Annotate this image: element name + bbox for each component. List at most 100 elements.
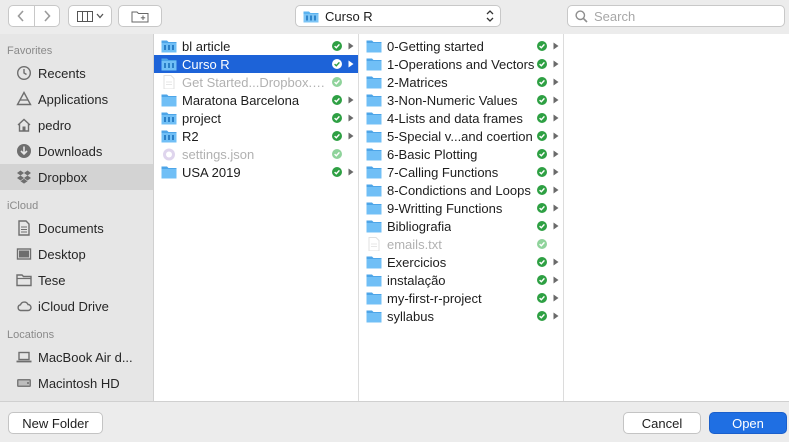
folder-row[interactable]: USA 2019 xyxy=(154,163,358,181)
sidebar-item-macintosh-hd[interactable]: Macintosh HD xyxy=(0,370,153,396)
folder-row[interactable]: 7-Calling Functions xyxy=(359,163,563,181)
sync-check-icon xyxy=(537,257,547,267)
project-folder-icon xyxy=(161,57,177,71)
sync-check-icon xyxy=(537,185,547,195)
folder-outline-icon xyxy=(16,272,32,288)
sidebar-item-label: Tese xyxy=(38,272,66,288)
project-folder-icon xyxy=(161,129,177,143)
view-mode-button[interactable] xyxy=(68,5,112,27)
open-button[interactable]: Open xyxy=(709,412,787,434)
updown-chevron-icon xyxy=(486,10,494,22)
folder-icon xyxy=(161,165,177,179)
folder-row[interactable]: 1-Operations and Vectors xyxy=(359,55,563,73)
sync-check-icon xyxy=(537,293,547,303)
sidebar-item-tese[interactable]: Tese xyxy=(0,267,153,293)
sync-check-icon xyxy=(537,275,547,285)
item-label: project xyxy=(182,110,222,126)
search-field[interactable] xyxy=(567,5,785,27)
disclosure-arrow-icon xyxy=(553,294,559,302)
item-label: 8-Condictions and Loops xyxy=(387,182,531,198)
location-popup[interactable]: Curso R xyxy=(295,5,501,27)
folder-row[interactable]: 4-Lists and data frames xyxy=(359,109,563,127)
folder-row[interactable]: Exercicios xyxy=(359,253,563,271)
sidebar-item-applications[interactable]: Applications xyxy=(0,86,153,112)
folder-row[interactable]: project xyxy=(154,109,358,127)
sync-check-icon xyxy=(332,131,342,141)
applications-icon xyxy=(16,91,32,107)
new-folder-icon xyxy=(131,11,149,22)
disclosure-arrow-icon xyxy=(553,222,559,230)
item-label: syllabus xyxy=(387,308,434,324)
folder-row[interactable]: 0-Getting started xyxy=(359,37,563,55)
sidebar-item-label: iCloud Drive xyxy=(38,298,109,314)
cancel-button[interactable]: Cancel xyxy=(623,412,701,434)
chevron-right-icon xyxy=(44,10,51,22)
disclosure-arrow-icon xyxy=(348,132,354,140)
sidebar-item-dropbox[interactable]: Dropbox xyxy=(0,164,153,190)
folder-row[interactable]: 2-Matrices xyxy=(359,73,563,91)
search-input[interactable] xyxy=(594,8,774,24)
sync-check-icon xyxy=(332,113,342,123)
item-label: R2 xyxy=(182,128,199,144)
item-label: 4-Lists and data frames xyxy=(387,110,523,126)
file-row[interactable]: Get Started...Dropbox.pdf xyxy=(154,73,358,91)
item-label: 3-Non-Numeric Values xyxy=(387,92,518,108)
item-label: 2-Matrices xyxy=(387,74,448,90)
column-3 xyxy=(564,34,789,401)
icloud-header: iCloud xyxy=(7,200,39,212)
sidebar-item-pedro[interactable]: pedro xyxy=(0,112,153,138)
location-label: Curso R xyxy=(325,8,373,24)
folder-row[interactable]: Curso R xyxy=(154,55,358,73)
item-label: Curso R xyxy=(182,56,230,72)
sidebar-item-recents[interactable]: Recents xyxy=(0,60,153,86)
chevron-down-icon xyxy=(96,13,103,19)
folder-row[interactable]: R2 xyxy=(154,127,358,145)
disclosure-arrow-icon xyxy=(553,96,559,104)
sidebar: Favorites Recents Applications pedro Downlo… xyxy=(0,34,153,401)
sidebar-item-label: Desktop xyxy=(38,246,86,262)
sync-check-icon xyxy=(332,95,342,105)
folder-row[interactable]: 5-Special v...and coertion xyxy=(359,127,563,145)
document-file-icon xyxy=(366,237,382,251)
folder-row[interactable]: bl article xyxy=(154,37,358,55)
item-label: 6-Basic Plotting xyxy=(387,146,478,162)
sidebar-item-macbook-air-d[interactable]: MacBook Air d... xyxy=(0,344,153,370)
folder-row[interactable]: Maratona Barcelona xyxy=(154,91,358,109)
item-label: 0-Getting started xyxy=(387,38,484,54)
disclosure-arrow-icon xyxy=(553,150,559,158)
folder-row[interactable]: instalação xyxy=(359,271,563,289)
sidebar-item-desktop[interactable]: Desktop xyxy=(0,241,153,267)
new-folder-button[interactable]: New Folder xyxy=(8,412,103,434)
forward-button[interactable] xyxy=(33,6,60,26)
folder-row[interactable]: 3-Non-Numeric Values xyxy=(359,91,563,109)
sync-check-icon xyxy=(537,203,547,213)
sidebar-item-documents[interactable]: Documents xyxy=(0,215,153,241)
folder-row[interactable]: 6-Basic Plotting xyxy=(359,145,563,163)
folder-icon xyxy=(366,165,382,179)
disclosure-arrow-icon xyxy=(553,312,559,320)
back-button[interactable] xyxy=(9,6,34,26)
project-folder-icon xyxy=(161,111,177,125)
sync-check-icon xyxy=(537,167,547,177)
folder-row[interactable]: my-first-r-project xyxy=(359,289,563,307)
folder-row[interactable]: 8-Condictions and Loops xyxy=(359,181,563,199)
column-1: bl article Curso R Get Started...Dropbox.p… xyxy=(154,34,359,401)
toolbar: Curso R xyxy=(0,0,789,34)
folder-row[interactable]: syllabus xyxy=(359,307,563,325)
folder-row[interactable]: 9-Writting Functions xyxy=(359,199,563,217)
file-row[interactable]: emails.txt xyxy=(359,235,563,253)
footer: New Folder Cancel Open xyxy=(0,401,789,442)
folder-row[interactable]: Bibliografia xyxy=(359,217,563,235)
chevron-left-icon xyxy=(17,10,24,22)
disclosure-arrow-icon xyxy=(553,78,559,86)
item-label: Bibliografia xyxy=(387,218,452,234)
column-2: 0-Getting started 1-Operations and Vector… xyxy=(359,34,564,401)
laptop-icon xyxy=(16,349,32,365)
sidebar-item-label: Dropbox xyxy=(38,169,88,185)
sidebar-item-label: Documents xyxy=(38,220,104,236)
new-folder-icon-button[interactable] xyxy=(118,5,162,27)
disclosure-arrow-icon xyxy=(348,96,354,104)
sidebar-item-downloads[interactable]: Downloads xyxy=(0,138,153,164)
sidebar-item-icloud-drive[interactable]: iCloud Drive xyxy=(0,293,153,319)
file-row[interactable]: settings.json xyxy=(154,145,358,163)
